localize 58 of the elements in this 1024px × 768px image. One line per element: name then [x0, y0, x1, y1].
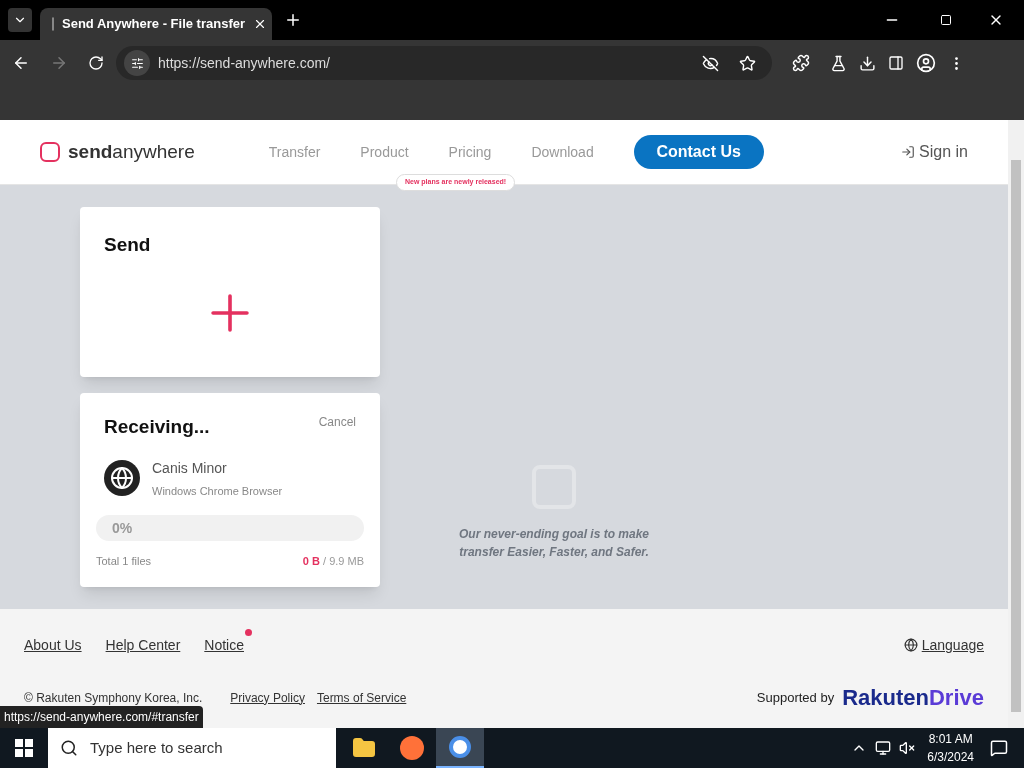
network-icon[interactable]	[875, 740, 892, 756]
device-name: Canis Minor	[152, 458, 228, 478]
copyright-text: © Rakuten Symphony Korea, Inc.	[24, 689, 203, 707]
legal-link[interactable]: Privacy Policy	[230, 688, 305, 707]
contact-us-button[interactable]: Contact Us	[633, 135, 764, 169]
clock-date[interactable]: 6/3/2024	[927, 748, 974, 766]
firefox-icon[interactable]	[400, 736, 424, 760]
close-icon[interactable]	[253, 17, 267, 31]
send-title: Send	[104, 233, 152, 257]
url-text: https://send-anywhere.com/	[158, 53, 331, 73]
footer-link[interactable]: Notice	[204, 637, 244, 653]
tagline-text: transfer Easier, Faster, and Safer.	[459, 544, 649, 561]
progress-percent: 0%	[112, 518, 133, 538]
eye-off-icon[interactable]	[702, 54, 719, 72]
clock-time[interactable]: 8:01 AM	[928, 730, 973, 748]
footer-link[interactable]: Help Center	[105, 637, 181, 653]
scrollbar[interactable]	[1008, 120, 1024, 728]
device-type: Windows Chrome Browser	[152, 483, 283, 499]
forward-icon[interactable]	[50, 54, 68, 72]
file-explorer-icon[interactable]	[352, 736, 376, 760]
download-icon[interactable]	[859, 54, 876, 72]
new-tab-icon[interactable]	[284, 11, 302, 29]
back-icon[interactable]	[12, 54, 30, 72]
rakuten-drive-logo: RakutenDrive	[842, 684, 984, 712]
reload-icon[interactable]	[88, 55, 104, 71]
received-size: 0 B / 9.9 MB	[302, 554, 364, 569]
extensions-icon[interactable]	[792, 54, 810, 72]
side-panel-icon[interactable]	[888, 55, 904, 71]
legal-link[interactable]: Terms of Service	[316, 688, 407, 707]
taskbar-search-field[interactable]: Type here to search	[48, 728, 336, 768]
search-icon	[60, 739, 78, 757]
globe-icon	[903, 638, 918, 652]
footer-link[interactable]: About Us	[24, 637, 82, 653]
profile-icon[interactable]	[916, 53, 936, 73]
chrome-icon[interactable]	[449, 736, 471, 758]
restore-icon[interactable]	[940, 14, 952, 26]
sign-in-link[interactable]: Sign in	[919, 140, 968, 164]
sign-in-icon	[901, 145, 916, 159]
site-info-icon[interactable]	[124, 50, 150, 76]
notifications-icon[interactable]	[990, 739, 1008, 757]
address-bar[interactable]: https://send-anywhere.com/	[116, 46, 772, 80]
browser-tab[interactable]: Send Anywhere - File transfer	[40, 8, 272, 40]
supported-by-text: Supported by	[756, 688, 835, 707]
tagline-text: Our never-ending goal is to make	[458, 526, 649, 543]
logo-text[interactable]: sendanywhere	[68, 137, 195, 167]
flask-icon[interactable]	[830, 54, 847, 72]
tab-list-button[interactable]	[8, 8, 32, 32]
logo-icon	[40, 142, 60, 162]
language-link[interactable]: Language	[921, 634, 984, 656]
scrollbar-thumb[interactable]	[1011, 160, 1021, 712]
status-url: https://send-anywhere.com/#transfer	[0, 706, 203, 728]
total-files: Total 1 files	[96, 554, 152, 569]
bookmark-star-icon[interactable]	[739, 54, 756, 72]
tab-title: Send Anywhere - File transfer	[62, 15, 245, 34]
globe-icon	[104, 460, 140, 497]
muted-speaker-icon[interactable]	[899, 740, 916, 756]
cancel-link[interactable]: Cancel	[318, 413, 356, 442]
receiving-title: Receiving...	[104, 415, 210, 439]
